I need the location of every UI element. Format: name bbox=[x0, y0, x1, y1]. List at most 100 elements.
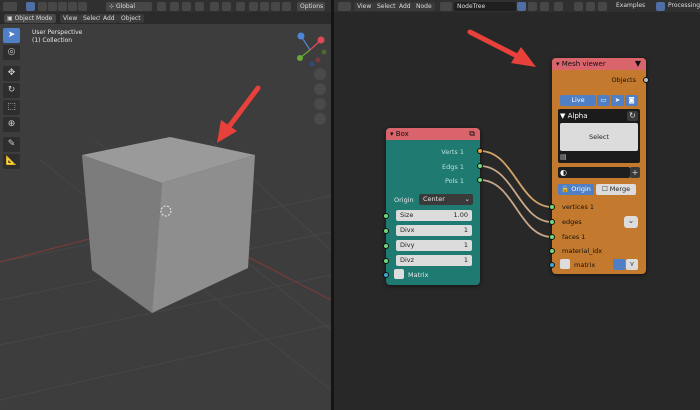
mode-dropdown[interactable]: ▣ Object Mode bbox=[4, 13, 56, 23]
material-sphere-icon: ◐ bbox=[560, 168, 567, 177]
annotation-arrow bbox=[225, 85, 261, 131]
shading-solid-icon[interactable] bbox=[260, 1, 269, 11]
select-subtract-icon[interactable] bbox=[58, 1, 67, 11]
faces-input-label: faces 1 bbox=[562, 233, 586, 241]
link-faces bbox=[479, 179, 553, 238]
xray-icon[interactable] bbox=[236, 1, 245, 11]
filter-icon[interactable]: ⋎ bbox=[626, 259, 638, 270]
edges-input-label: edges bbox=[562, 218, 582, 226]
objects-output-socket[interactable] bbox=[643, 77, 649, 83]
viewer-logo-icon: ▼ bbox=[634, 59, 641, 68]
pols-output-socket[interactable] bbox=[477, 177, 483, 183]
select-invert-icon[interactable] bbox=[68, 1, 77, 11]
object-mode-icon: ▣ bbox=[7, 14, 15, 22]
rotate-icon[interactable]: ↻ bbox=[3, 83, 20, 98]
3d-viewport[interactable]: ⊹ Global Options ▣ Object Mode View Sele… bbox=[0, 0, 331, 410]
shading-wireframe-icon[interactable] bbox=[249, 1, 258, 11]
scale-icon[interactable]: ⬚ bbox=[3, 100, 20, 115]
objects-output-label: Objects bbox=[611, 76, 636, 84]
chevron-down-icon[interactable]: ⌄ bbox=[624, 216, 638, 228]
divx-field[interactable]: Divx 1 bbox=[396, 225, 472, 236]
vertices-input-socket[interactable] bbox=[549, 204, 555, 210]
material-idx-input-socket[interactable] bbox=[549, 248, 555, 254]
select-cursor-icon[interactable]: ➤ bbox=[3, 28, 20, 43]
shading-material-icon[interactable] bbox=[271, 1, 280, 11]
size-field[interactable]: Size 1.00 bbox=[396, 210, 472, 221]
matrix-input-socket[interactable] bbox=[549, 262, 555, 268]
select-box-icon[interactable] bbox=[38, 1, 47, 11]
faces-input-socket[interactable] bbox=[549, 234, 555, 240]
material-field[interactable]: ◐ bbox=[558, 167, 630, 178]
live-toggle[interactable]: Live bbox=[560, 95, 596, 106]
material-idx-input-label: material_idx bbox=[562, 247, 603, 255]
viewport-info: User Perspective (1) Collection bbox=[32, 29, 82, 45]
proportional-edit-icon[interactable] bbox=[195, 1, 204, 11]
edges-output-socket[interactable] bbox=[477, 163, 483, 169]
ortho-toggle-icon[interactable] bbox=[314, 113, 326, 125]
divz-input-socket[interactable] bbox=[383, 258, 389, 264]
select-extend-icon[interactable] bbox=[48, 1, 57, 11]
origin-label: Origin bbox=[394, 196, 414, 204]
add-material-icon[interactable]: + bbox=[630, 167, 640, 178]
shading-rendered-icon[interactable] bbox=[282, 1, 291, 11]
pan-icon[interactable] bbox=[314, 83, 326, 95]
menu-view[interactable]: View bbox=[60, 13, 81, 23]
mesh-icon: ▼ bbox=[560, 112, 568, 120]
annotation-arrow bbox=[467, 29, 520, 59]
zoom-icon[interactable] bbox=[314, 68, 326, 80]
object-name-field[interactable]: ▼ Alpha bbox=[560, 111, 624, 121]
menu-add[interactable]: Add bbox=[100, 13, 118, 23]
viewport-subheader: ▣ Object Mode View Select Add Object bbox=[0, 12, 331, 24]
snap-target-icon[interactable] bbox=[182, 1, 191, 11]
origin-dropdown[interactable]: Center ⌄ bbox=[419, 194, 473, 205]
cursor-icon[interactable]: ◎ bbox=[3, 45, 20, 60]
measure-icon[interactable]: 📐 bbox=[3, 154, 20, 169]
menu-object[interactable]: Object bbox=[118, 13, 144, 23]
mesh-viewer-header[interactable]: ▾ Mesh viewer ▼ bbox=[552, 58, 646, 70]
link-edges bbox=[479, 165, 553, 223]
show-gizmo-icon[interactable] bbox=[210, 1, 219, 11]
matrix-output-label: Matrix bbox=[408, 271, 429, 279]
overlays-icon[interactable] bbox=[222, 1, 231, 11]
lock-icon: 🔒 bbox=[561, 185, 572, 193]
move-icon[interactable]: ✥ bbox=[3, 66, 20, 81]
options-dropdown[interactable]: Options bbox=[297, 1, 325, 11]
divx-input-socket[interactable] bbox=[383, 228, 389, 234]
divy-input-socket[interactable] bbox=[383, 243, 389, 249]
navigation-gizmo[interactable] bbox=[290, 30, 330, 70]
pivot-icon[interactable] bbox=[157, 1, 166, 11]
node-menu-icon[interactable]: ⧉ bbox=[469, 128, 475, 140]
viewport-header: ⊹ Global Options bbox=[0, 0, 331, 12]
selectable-icon[interactable]: ➤ bbox=[611, 95, 624, 106]
verts-output-socket[interactable] bbox=[477, 148, 483, 154]
archive-icon[interactable]: ▤ bbox=[560, 153, 570, 161]
render-camera-icon[interactable]: ◙ bbox=[625, 95, 638, 106]
refresh-icon[interactable]: ↻ bbox=[627, 111, 638, 121]
box-node[interactable]: ▾ Box ⧉ Verts 1 Edgs 1 Pols 1 Origin Cen… bbox=[386, 128, 480, 285]
camera-view-icon[interactable] bbox=[314, 98, 326, 110]
hide-viewport-icon[interactable]: ▭ bbox=[597, 95, 610, 106]
select-tool-icon[interactable] bbox=[26, 1, 35, 11]
chevron-down-icon: ⌄ bbox=[464, 195, 470, 203]
node-editor[interactable]: View Select Add Node NodeTree Examples P… bbox=[334, 0, 700, 410]
snap-icon[interactable] bbox=[170, 1, 179, 11]
divy-field[interactable]: Divy 1 bbox=[396, 240, 472, 251]
matrix-icon bbox=[560, 259, 570, 269]
origin-toggle[interactable]: 🔒 Origin bbox=[558, 184, 594, 195]
transform-orientation-dropdown[interactable]: ⊹ Global bbox=[106, 1, 152, 11]
collection-label: (1) Collection bbox=[32, 37, 73, 44]
select-button[interactable]: Select bbox=[560, 123, 638, 151]
size-input-socket[interactable] bbox=[383, 213, 389, 219]
annotate-icon[interactable]: ✎ bbox=[3, 137, 20, 152]
matrix-apply-icon[interactable] bbox=[613, 259, 625, 270]
box-node-header[interactable]: ▾ Box ⧉ bbox=[386, 128, 480, 140]
mesh-viewer-node[interactable]: ▾ Mesh viewer ▼ Objects Live ▭ ➤ ◙ ▼ Alp… bbox=[552, 58, 646, 274]
transform-icon[interactable]: ⊕ bbox=[3, 117, 20, 132]
merge-checkbox-icon: ☐ bbox=[601, 185, 610, 193]
divz-field[interactable]: Divz 1 bbox=[396, 255, 472, 266]
select-intersect-icon[interactable] bbox=[78, 1, 87, 11]
merge-toggle[interactable]: ☐ Merge bbox=[596, 184, 636, 195]
matrix-output-socket[interactable] bbox=[383, 272, 389, 278]
edges-input-socket[interactable] bbox=[549, 219, 555, 225]
editor-type-icon[interactable] bbox=[3, 1, 17, 11]
